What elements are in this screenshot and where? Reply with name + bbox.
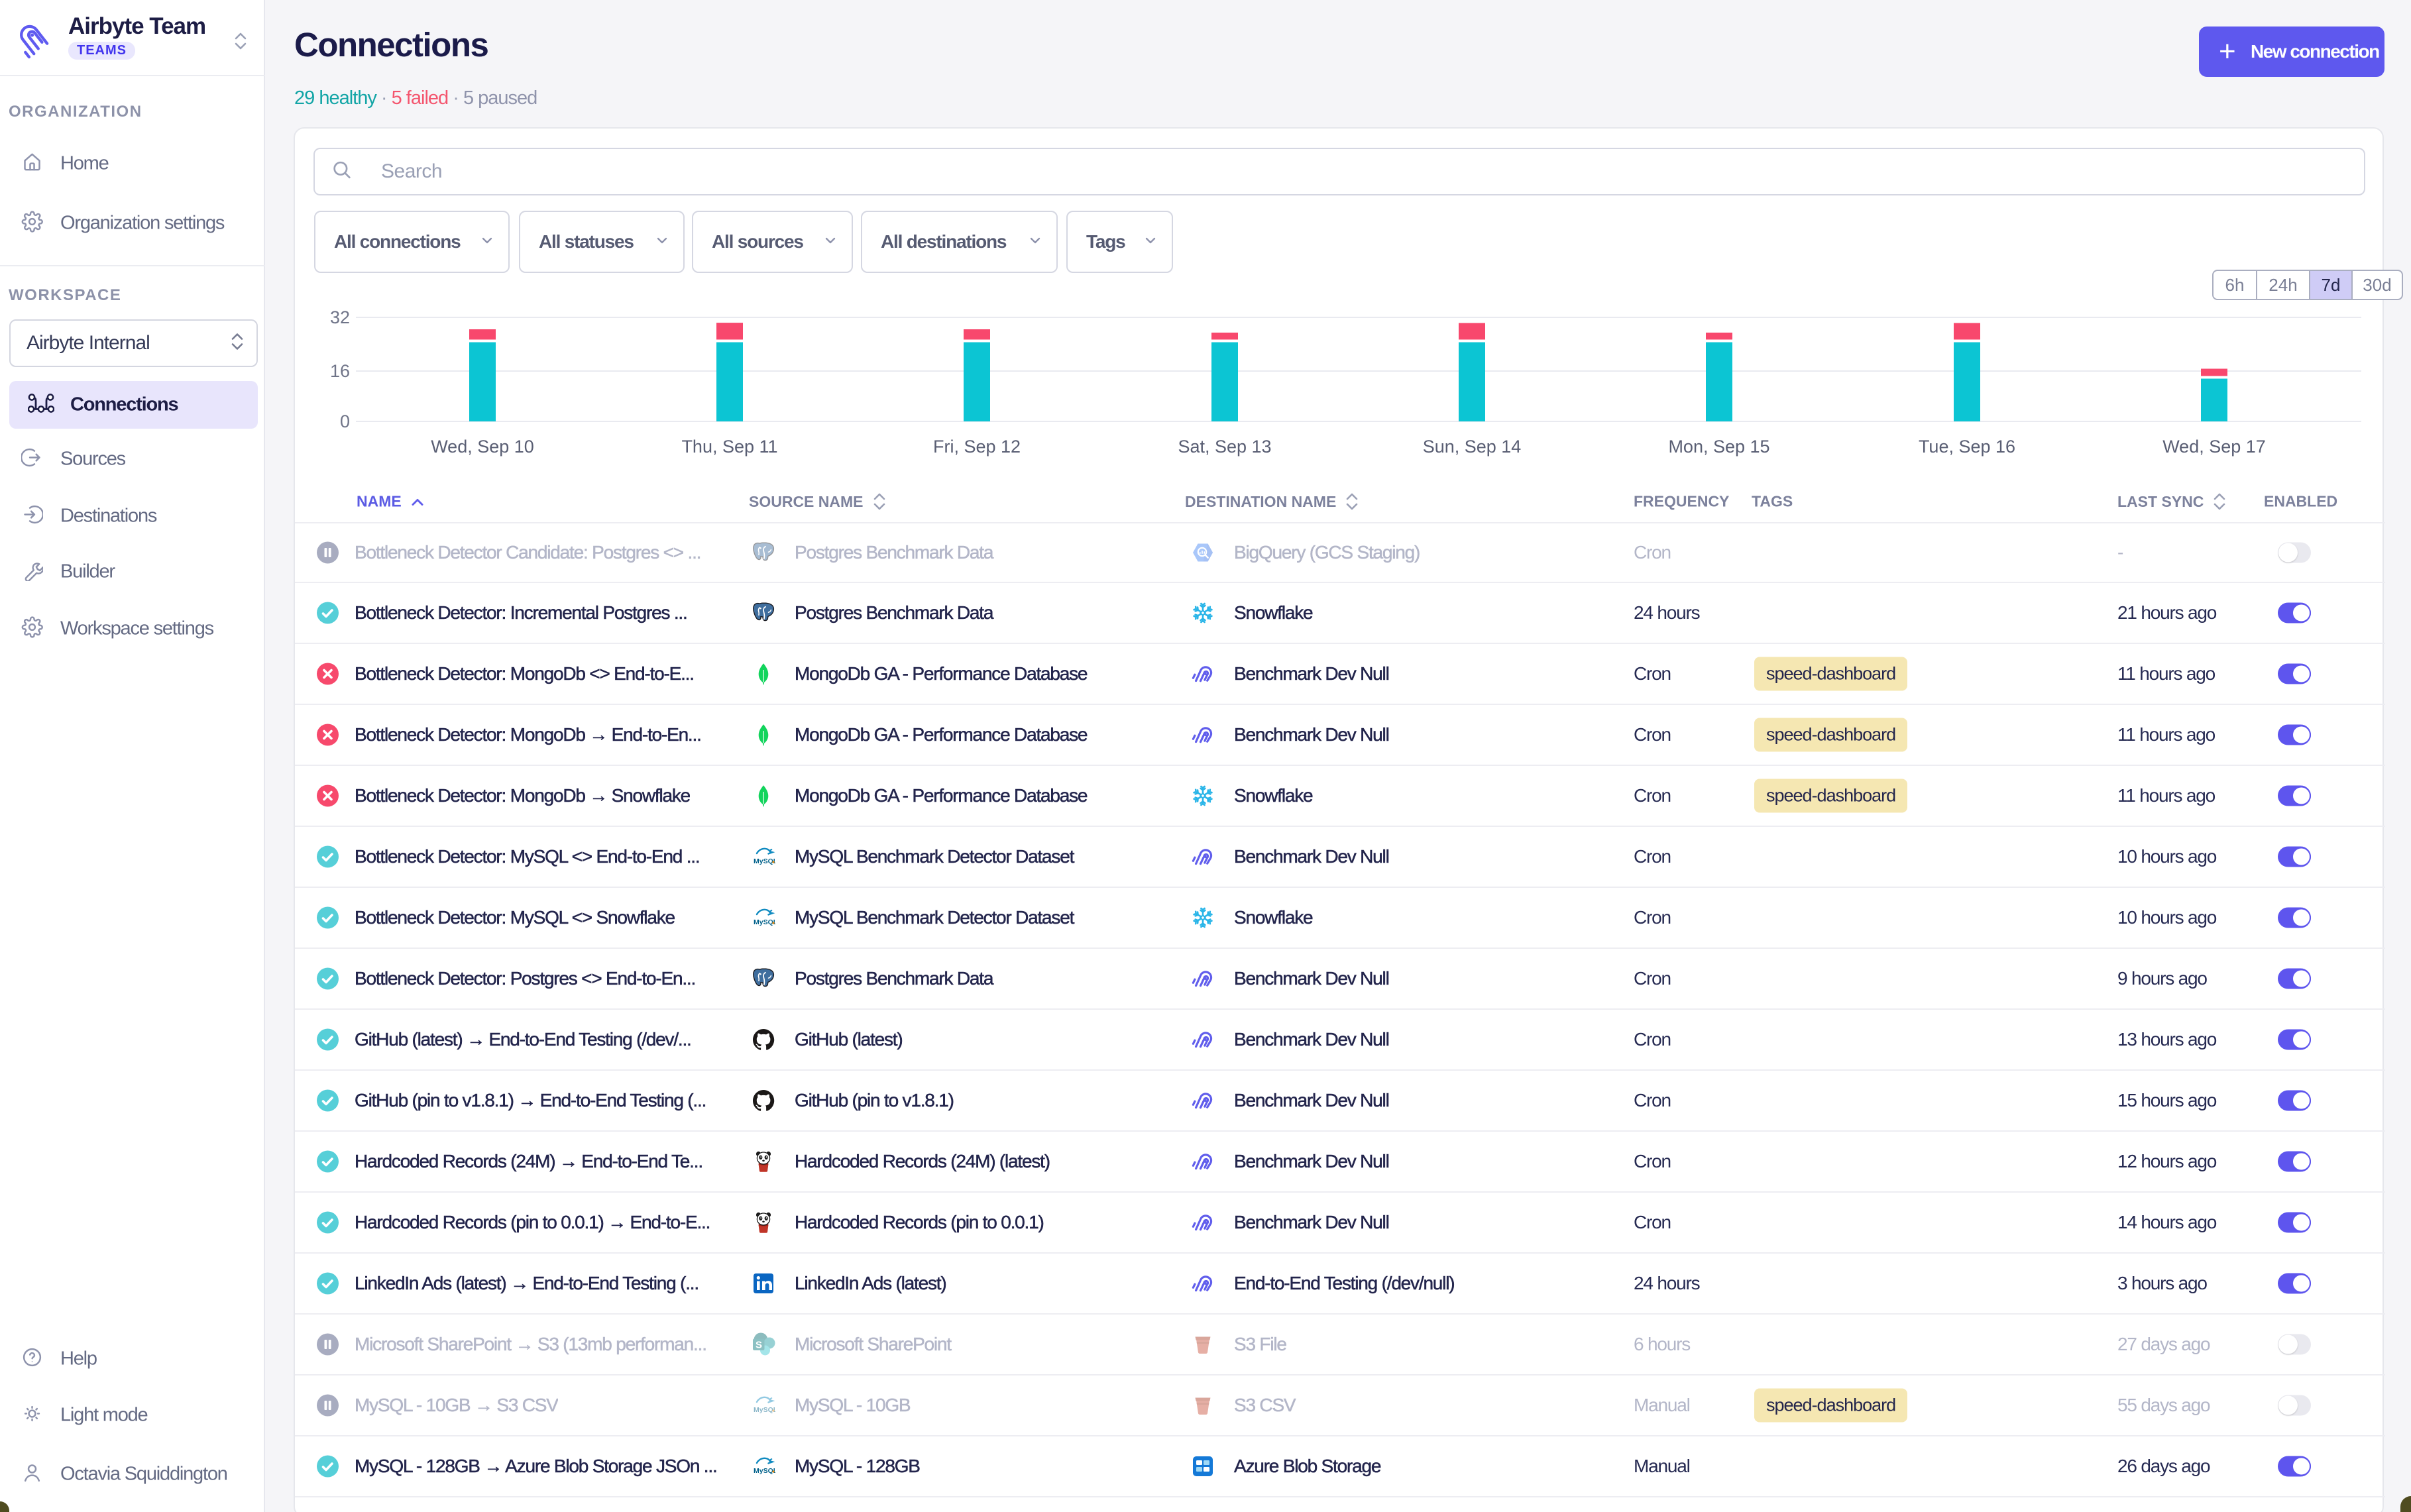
svg-text:MySQL: MySQL xyxy=(754,1406,775,1414)
svg-text:Fri, Sep 12: Fri, Sep 12 xyxy=(933,437,1021,457)
svg-text:MySQL: MySQL xyxy=(754,1467,775,1475)
svg-text:32: 32 xyxy=(330,307,350,327)
svg-text:0: 0 xyxy=(340,411,350,431)
svg-text:Wed, Sep 17: Wed, Sep 17 xyxy=(2162,437,2266,457)
svg-text:Mon, Sep 15: Mon, Sep 15 xyxy=(1668,437,1769,457)
svg-text:MySQL: MySQL xyxy=(754,857,775,865)
svg-text:MySQL: MySQL xyxy=(754,918,775,926)
svg-text:16: 16 xyxy=(330,361,350,381)
svg-text:Sat, Sep 13: Sat, Sep 13 xyxy=(1178,437,1271,457)
svg-text:Tue, Sep 16: Tue, Sep 16 xyxy=(1919,437,2015,457)
svg-text:Sun, Sep 14: Sun, Sep 14 xyxy=(1423,437,1522,457)
svg-text:Thu, Sep 11: Thu, Sep 11 xyxy=(681,437,777,457)
svg-text:S: S xyxy=(756,1340,762,1351)
svg-text:Wed, Sep 10: Wed, Sep 10 xyxy=(431,437,534,457)
